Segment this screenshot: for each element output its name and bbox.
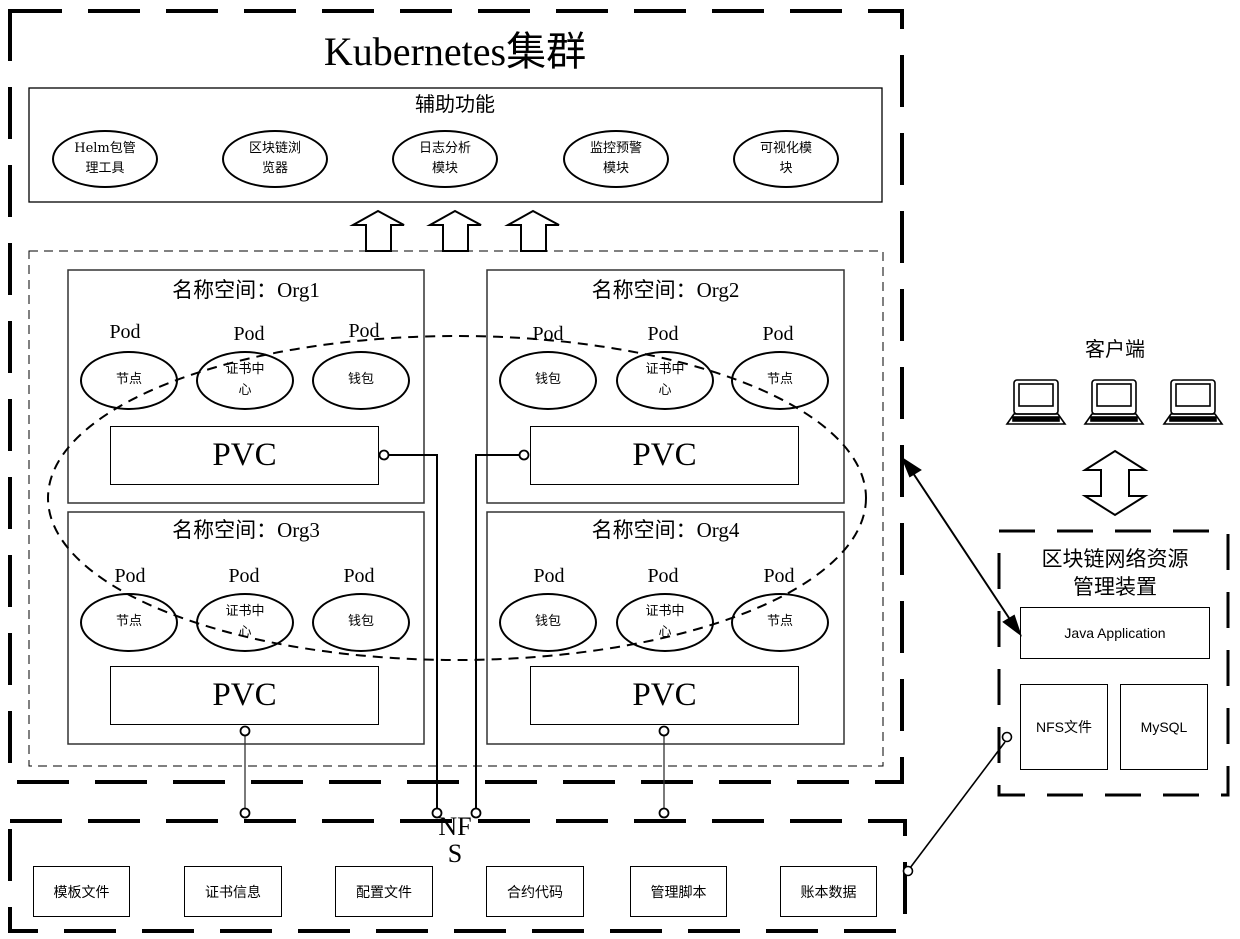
namespace-org2-title: 名称空间：Org2 xyxy=(591,278,740,302)
namespace-org3-title: 名称空间：Org3 xyxy=(172,518,320,542)
pod-label: Pod xyxy=(763,565,795,587)
connector-dot xyxy=(658,807,670,819)
mysql-store[interactable]: MySQL xyxy=(1120,684,1208,770)
laptop-icon xyxy=(1162,379,1224,425)
manager-title: 区块链网络资源 管理装置 xyxy=(1041,547,1189,600)
pvc-org2[interactable]: PVC xyxy=(530,426,799,485)
pod-ca[interactable]: 证书中心 xyxy=(616,351,714,410)
nfs-label: NF S xyxy=(438,812,472,869)
connector-dot xyxy=(658,725,670,737)
pod-wallet[interactable]: 钱包 xyxy=(312,593,410,652)
cluster-title: Kubernetes集群 xyxy=(323,29,587,74)
nfs-files-store[interactable]: NFS文件 xyxy=(1020,684,1108,770)
pvc-org4[interactable]: PVC xyxy=(530,666,799,725)
pod-label: Pod xyxy=(348,320,380,342)
connector-dot xyxy=(239,725,251,737)
namespace-org4-title: 名称空间：Org4 xyxy=(591,518,740,542)
aux-module-monitoring[interactable]: 监控预警 模块 xyxy=(563,130,669,188)
pod-label: Pod xyxy=(647,323,679,345)
pod-wallet[interactable]: 钱包 xyxy=(312,351,410,410)
namespace-org1-title: 名称空间：Org1 xyxy=(172,278,320,302)
aux-module-log-analysis[interactable]: 日志分析 模块 xyxy=(392,130,498,188)
aux-module-block-explorer[interactable]: 区块链浏 览器 xyxy=(222,130,328,188)
connector-dot xyxy=(378,449,390,461)
client-devices xyxy=(1005,379,1224,425)
connector-dot xyxy=(518,449,530,461)
pod-peer[interactable]: 节点 xyxy=(731,351,829,410)
aux-module-helm[interactable]: Helm包管 理工具 xyxy=(52,130,158,188)
pod-label: Pod xyxy=(762,323,794,345)
pod-label: Pod xyxy=(109,321,141,343)
pod-label: Pod xyxy=(228,565,260,587)
pod-label: Pod xyxy=(114,565,146,587)
aux-functions-title: 辅助功能 xyxy=(415,92,495,116)
pod-peer[interactable]: 节点 xyxy=(731,593,829,652)
pod-peer[interactable]: 节点 xyxy=(80,351,178,410)
up-arrow-icon xyxy=(349,209,560,252)
nfs-manager-link xyxy=(902,731,1013,877)
nfs-file-chaincode[interactable]: 合约代码 xyxy=(486,866,584,917)
pod-label: Pod xyxy=(532,323,564,345)
java-application[interactable]: Java Application xyxy=(1020,607,1210,659)
laptop-icon xyxy=(1083,379,1145,425)
pod-ca[interactable]: 证书中心 xyxy=(196,593,294,652)
pod-label: Pod xyxy=(647,565,679,587)
pod-label: Pod xyxy=(343,565,375,587)
nfs-file-certificates[interactable]: 证书信息 xyxy=(184,866,282,917)
pod-ca[interactable]: 证书中心 xyxy=(196,351,294,410)
pod-label: Pod xyxy=(233,323,265,345)
pvc-org3[interactable]: PVC xyxy=(110,666,379,725)
nfs-file-scripts[interactable]: 管理脚本 xyxy=(630,866,727,917)
nfs-file-ledger[interactable]: 账本数据 xyxy=(780,866,877,917)
nfs-file-templates[interactable]: 模板文件 xyxy=(33,866,130,917)
connector-dot xyxy=(239,807,251,819)
pod-ca[interactable]: 证书中心 xyxy=(616,593,714,652)
pod-wallet[interactable]: 钱包 xyxy=(499,593,597,652)
pvc-org1[interactable]: PVC xyxy=(110,426,379,485)
laptop-icon xyxy=(1005,379,1067,425)
cluster-manager-link xyxy=(900,456,1022,637)
pod-peer[interactable]: 节点 xyxy=(80,593,178,652)
nfs-file-config[interactable]: 配置文件 xyxy=(335,866,433,917)
pod-wallet[interactable]: 钱包 xyxy=(499,351,597,410)
client-manager-arrow-icon xyxy=(1081,449,1149,517)
aux-module-visualization[interactable]: 可视化模块 xyxy=(733,130,839,188)
pod-label: Pod xyxy=(533,565,565,587)
client-title: 客户端 xyxy=(1085,337,1145,361)
